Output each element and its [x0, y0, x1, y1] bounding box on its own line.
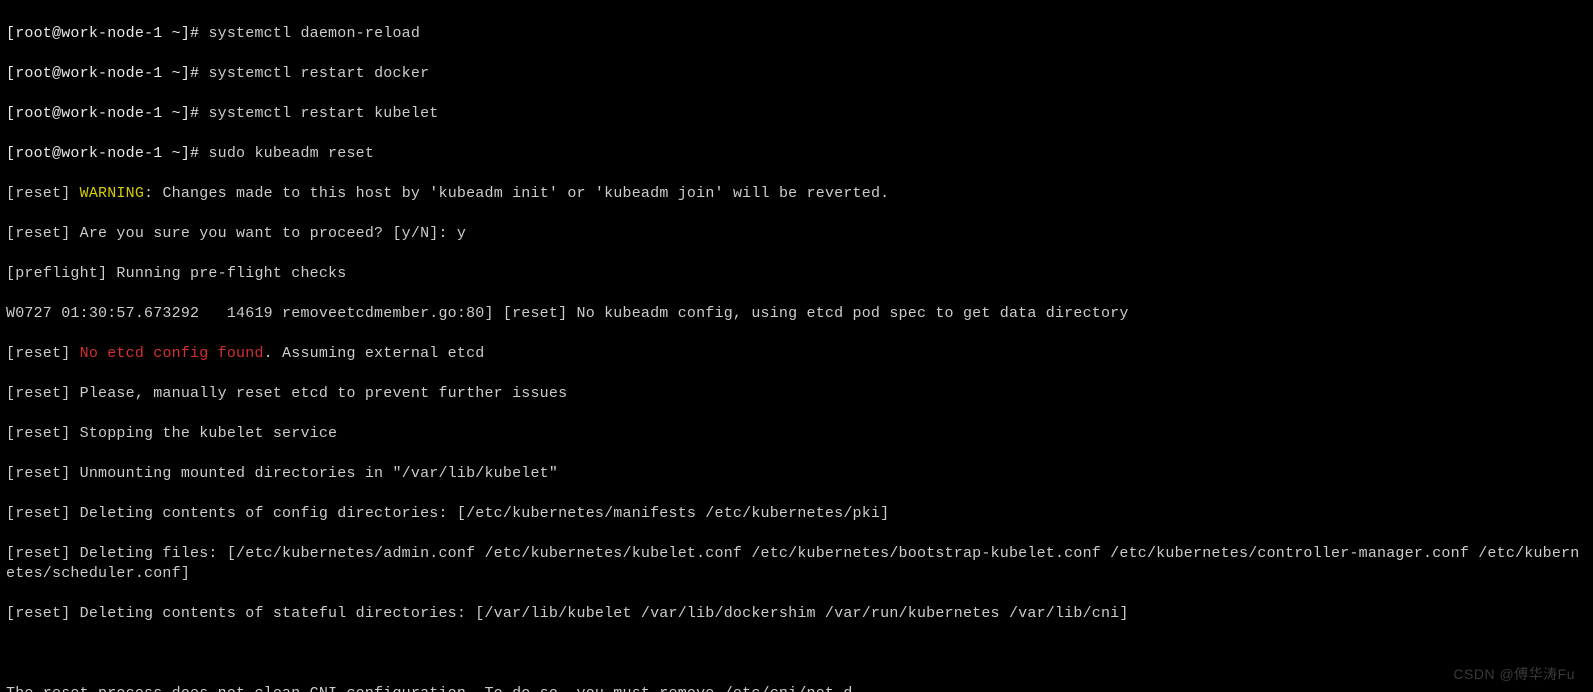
cmd-line: [root@work-node-1 ~]# sudo kubeadm reset [6, 144, 1587, 164]
output-line: [reset] Are you sure you want to proceed… [6, 224, 1587, 244]
shell-prompt: [root@work-node-1 ~]# [6, 145, 208, 162]
output-line: [reset] WARNING: Changes made to this ho… [6, 184, 1587, 204]
output-line: [reset] Stopping the kubelet service [6, 424, 1587, 444]
watermark-text: CSDN @傅华涛Fu [1453, 664, 1575, 684]
shell-prompt: [root@work-node-1 ~]# [6, 65, 208, 82]
shell-prompt: [root@work-node-1 ~]# [6, 105, 208, 122]
cmd-line: [root@work-node-1 ~]# systemctl daemon-r… [6, 24, 1587, 44]
cmd-line: [root@work-node-1 ~]# systemctl restart … [6, 64, 1587, 84]
output-line: [reset] No etcd config found. Assuming e… [6, 344, 1587, 364]
output-line: [reset] Deleting files: [/etc/kubernetes… [6, 544, 1587, 584]
output-line: [preflight] Running pre-flight checks [6, 264, 1587, 284]
output-line: [reset] Deleting contents of config dire… [6, 504, 1587, 524]
output-line: [reset] Deleting contents of stateful di… [6, 604, 1587, 624]
shell-prompt: [root@work-node-1 ~]# [6, 25, 208, 42]
output-line: [reset] Unmounting mounted directories i… [6, 464, 1587, 484]
cmd-line: [root@work-node-1 ~]# systemctl restart … [6, 104, 1587, 124]
blank-line [6, 644, 1587, 664]
output-line: The reset process does not clean CNI con… [6, 684, 1587, 692]
terminal-output[interactable]: [root@work-node-1 ~]# systemctl daemon-r… [0, 0, 1593, 692]
output-line: [reset] Please, manually reset etcd to p… [6, 384, 1587, 404]
output-line: W0727 01:30:57.673292 14619 removeetcdme… [6, 304, 1587, 324]
warning-label: WARNING [80, 185, 144, 202]
error-text: No etcd config found [80, 345, 264, 362]
